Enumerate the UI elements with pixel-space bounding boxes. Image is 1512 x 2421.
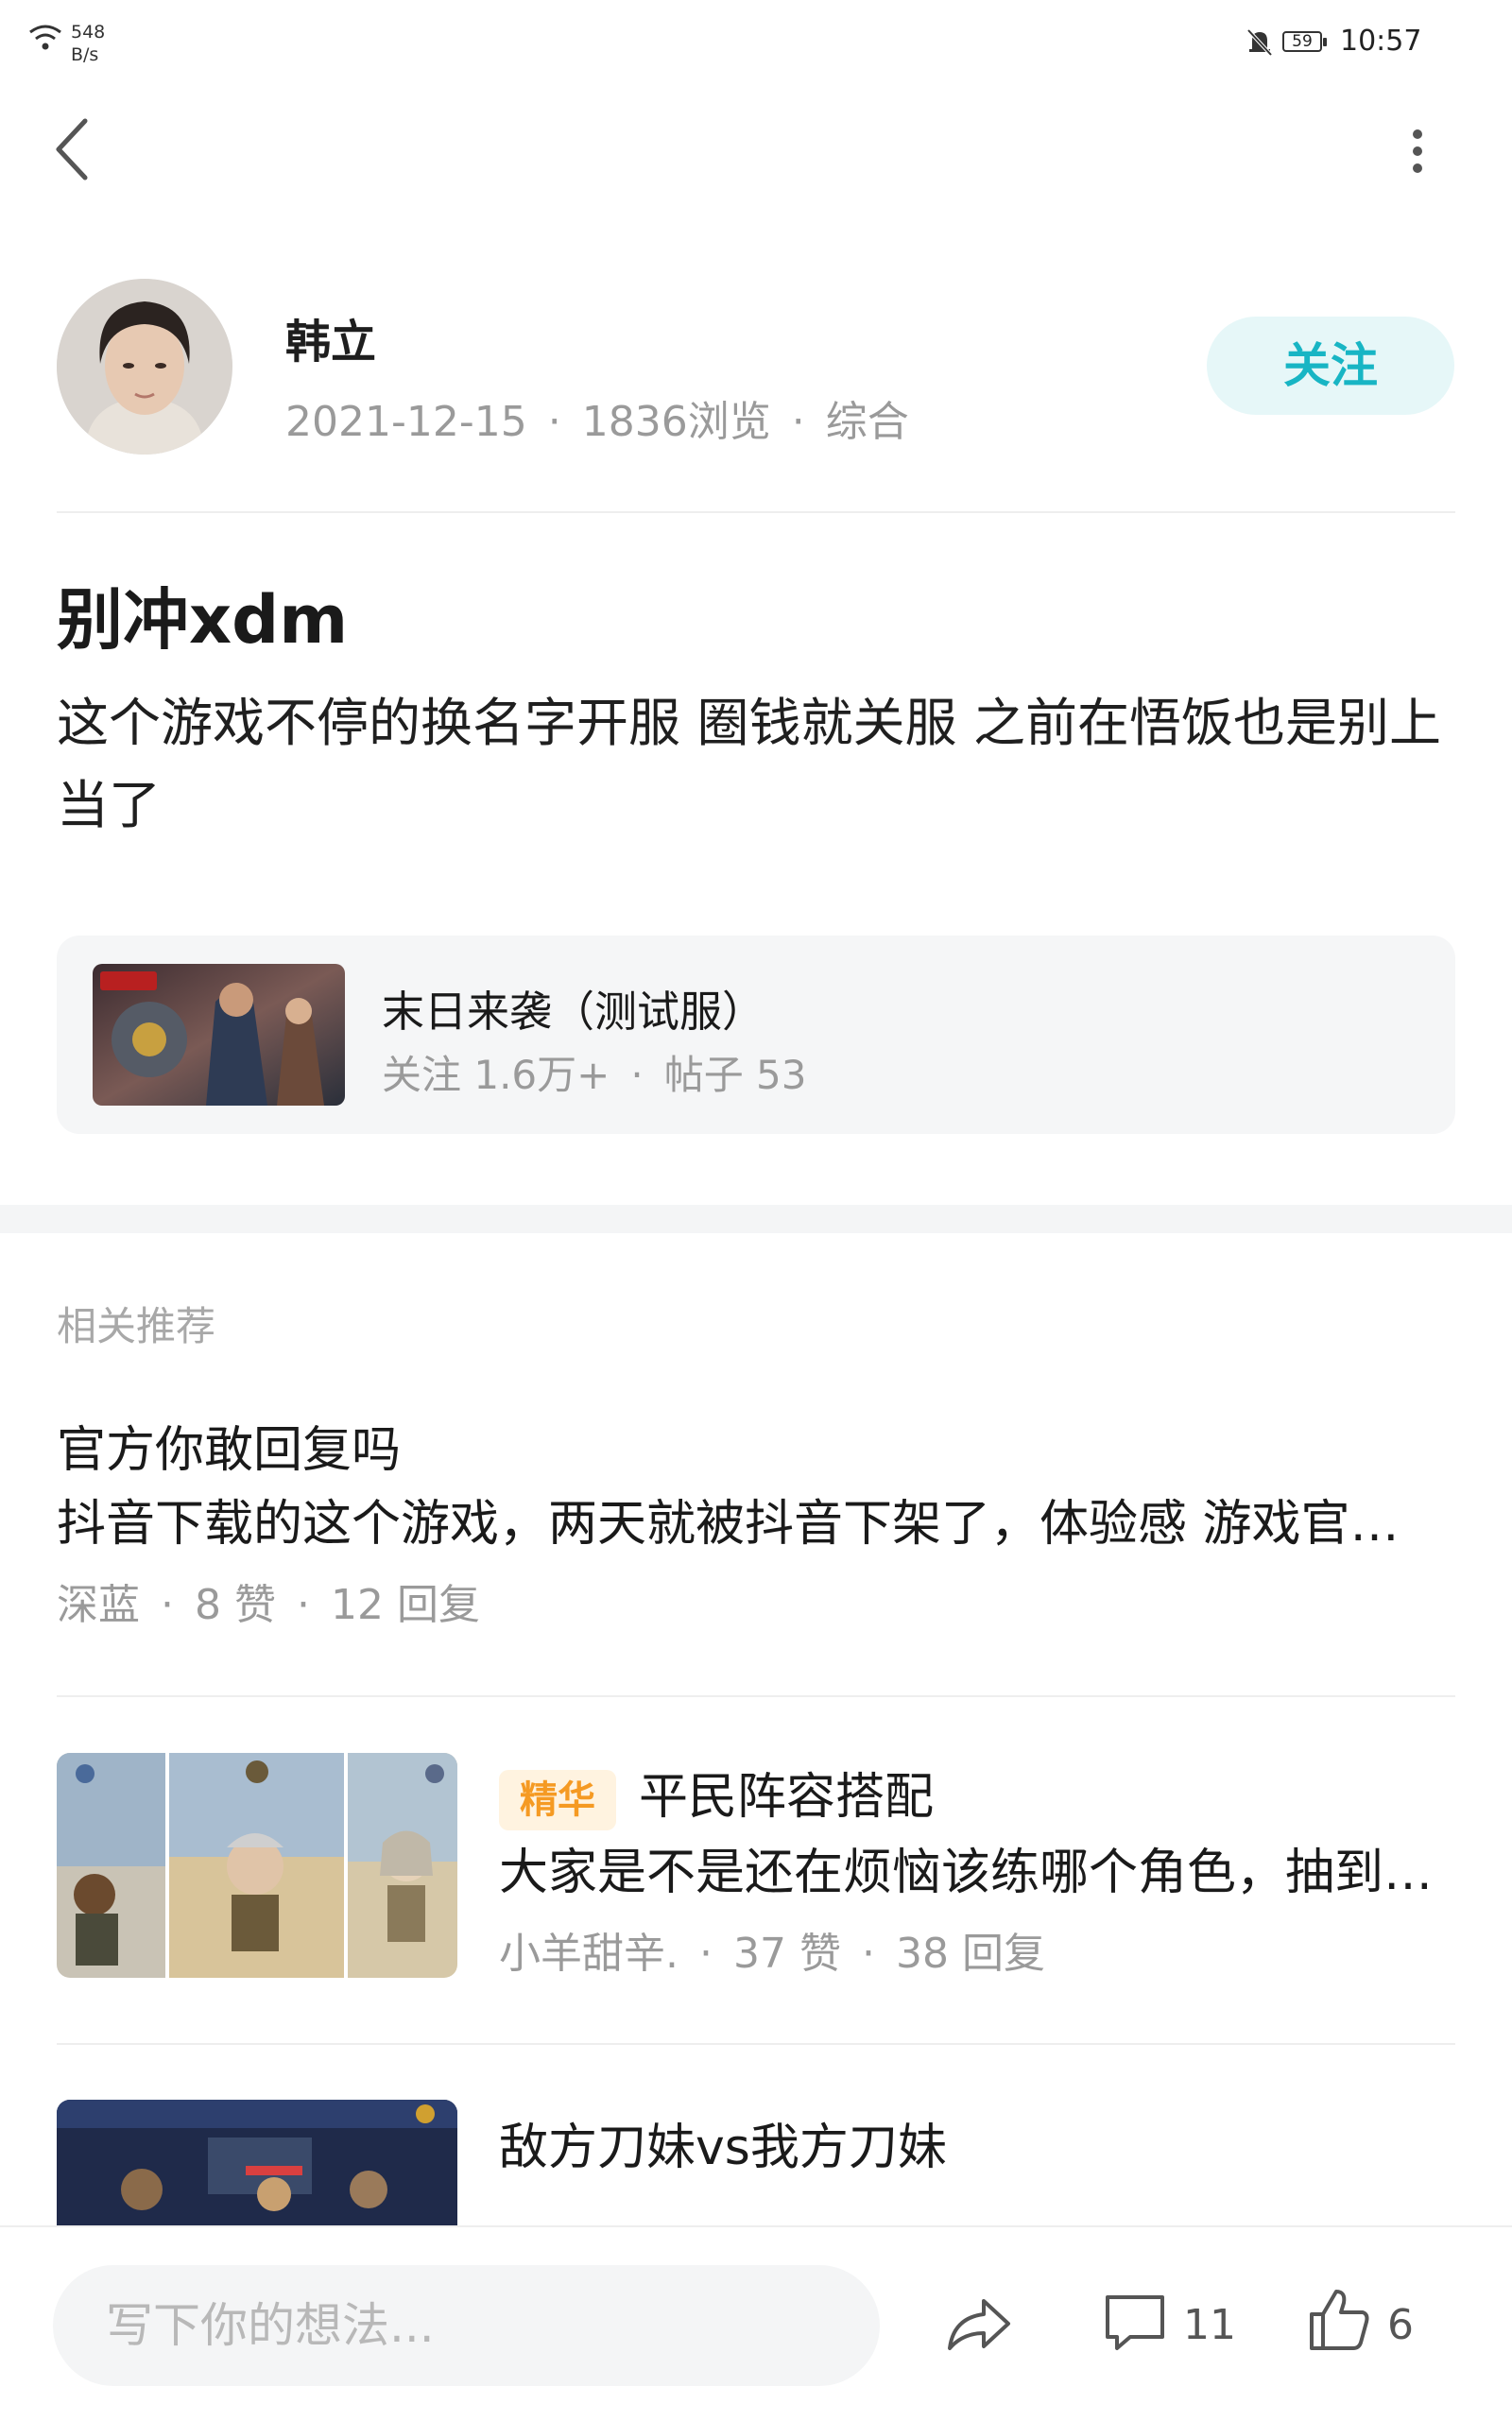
clock: 10:57 [1340,25,1422,58]
related-post-title-row: 精华 平民阵容搭配 [499,1757,934,1830]
author-avatar[interactable] [57,279,232,455]
related-post-item[interactable]: 精华 平民阵容搭配 大家是不是还在烦恼该练哪个角色，抽到了… 小羊甜辛. · 37 赞… [0,1753,1512,1980]
avatar-image [57,279,232,455]
featured-badge: 精华 [499,1770,616,1830]
game-name: 末日来袭（测试服） [382,987,765,1037]
section-separator [0,1205,1512,1233]
separator-dot: · [296,1581,310,1629]
post-meta: 2021-12-15 · 1836浏览 · 综合 [285,387,909,448]
author-name[interactable]: 韩立 [285,304,376,370]
status-bar: 548 B/s 59 10:57 [0,0,1512,85]
post-category[interactable]: 综合 [826,398,909,446]
separator-dot: · [699,1930,713,1978]
game-posts: 帖子 53 [663,1052,807,1098]
follow-button[interactable]: 关注 [1207,317,1454,415]
comments-count: 11 [1183,2301,1236,2349]
game-card[interactable]: 末日来袭（测试服） 关注 1.6万+ · 帖子 53 [57,936,1455,1134]
comment-icon [1106,2295,1164,2350]
related-post-thumbnails [57,2100,457,2227]
related-post-author: 小羊甜辛. [499,1930,679,1978]
comment-input[interactable] [53,2265,880,2386]
comments-button[interactable]: 11 [1096,2275,1238,2369]
thumbnail-image [57,2100,457,2227]
divider [57,1695,1455,1697]
likes-count: 6 [1387,2301,1414,2349]
related-post-meta: 小羊甜辛. · 37 赞 · 38 回复 [499,1919,1045,1980]
related-post-thumbnails [57,1753,457,1978]
bottom-action-bar: 11 6 [0,2225,1512,2421]
wifi-icon [29,25,61,50]
separator-dot: · [547,398,561,446]
related-post-excerpt: 大家是不是还在烦恼该练哪个角色，抽到了… [499,1845,1455,1901]
related-post-item[interactable]: 敌方刀妹vs我方刀妹 [0,2100,1512,2227]
related-post-meta: 深蓝 · 8 赞 · 12 回复 [57,1571,480,1631]
separator-dot: · [630,1052,644,1098]
related-post-title: 官方你敢回复吗 [57,1422,402,1479]
related-post-likes: 8 赞 [195,1581,276,1629]
post-title: 别冲xdm [57,581,349,659]
divider [57,2043,1455,2045]
related-post-title: 敌方刀妹vs我方刀妹 [499,2120,947,2176]
separator-dot: · [791,398,805,446]
divider [57,511,1455,513]
related-post-item[interactable]: 官方你敢回复吗 抖音下载的这个游戏，两天就被抖音下架了，体验感 游戏官方… 深蓝… [0,1399,1512,1673]
related-post-title: 平民阵容搭配 [639,1769,935,1826]
back-button[interactable] [47,112,104,187]
game-cover-image [93,964,345,1106]
like-button[interactable]: 6 [1302,2275,1425,2369]
game-stats: 关注 1.6万+ · 帖子 53 [382,1043,807,1101]
separator-dot: · [161,1581,174,1629]
post-date: 2021-12-15 [285,398,527,446]
bell-muted-icon [1246,28,1273,57]
network-speed: 548 B/s [71,21,128,66]
network-speed-value: 548 [71,22,106,43]
related-post-author: 深蓝 [57,1581,140,1629]
more-vertical-icon [1413,129,1422,173]
related-post-excerpt: 抖音下载的这个游戏，两天就被抖音下架了，体验感 游戏官方… [57,1496,1436,1553]
game-thumbnail [93,964,345,1106]
post-views: 1836浏览 [581,398,771,446]
separator-dot: · [861,1930,875,1978]
more-options-button[interactable] [1394,123,1441,180]
thumbnail-images [57,1753,457,1978]
game-followers: 关注 1.6万+ [382,1052,610,1098]
related-post-likes: 37 赞 [733,1930,841,1978]
related-post-replies: 38 回复 [895,1930,1045,1978]
related-section-label: 相关推荐 [57,1303,216,1349]
post-body: 这个游戏不停的换名字开服 圈钱就关服 之前在悟饭也是别上当了 [57,693,1441,835]
chevron-left-icon [56,118,88,180]
related-post-replies: 12 回复 [330,1581,480,1629]
share-icon [948,2299,1010,2350]
share-button[interactable] [936,2275,1021,2369]
network-speed-unit: B/s [71,44,99,65]
battery-indicator: 59 [1282,31,1327,52]
thumbs-up-icon [1310,2290,1369,2350]
